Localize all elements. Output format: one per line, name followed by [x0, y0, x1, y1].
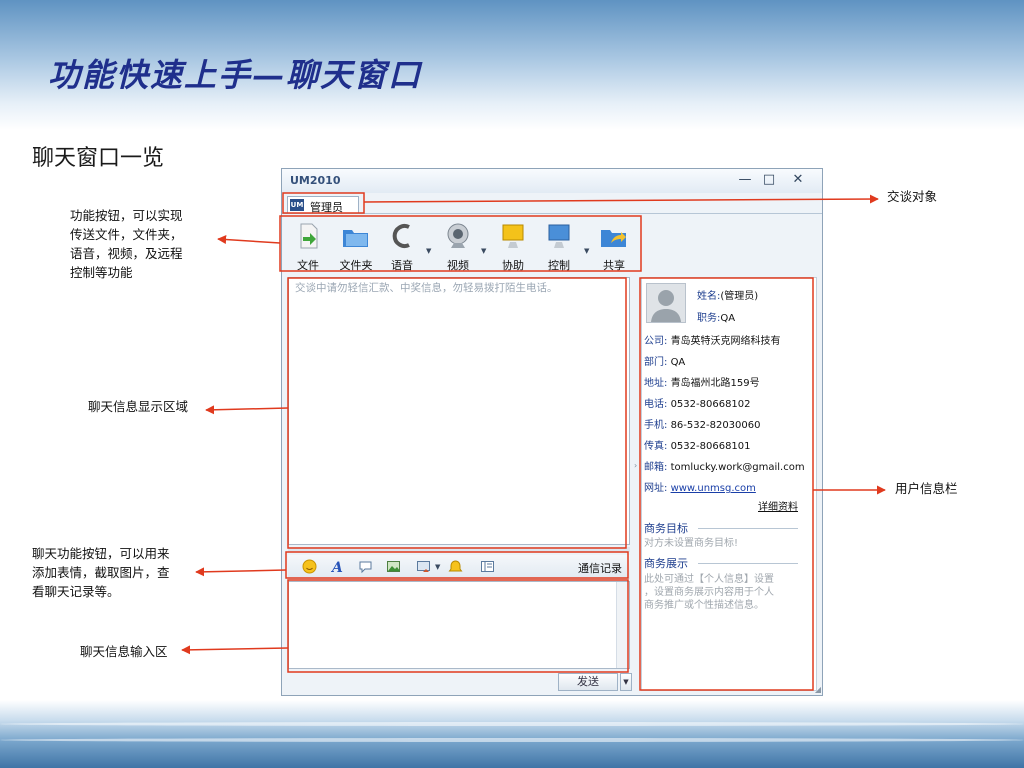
arrow-input-area — [181, 645, 289, 655]
arrow-display-area — [205, 405, 289, 415]
highlight-input-area — [287, 579, 629, 673]
arrow-chat-target — [363, 194, 879, 204]
annotation-overlay — [181, 192, 886, 691]
highlight-chat-func-bar — [285, 551, 629, 579]
arrow-chat-func-bar — [195, 567, 287, 577]
highlight-chat-target — [282, 192, 365, 214]
highlight-function-buttons — [279, 215, 642, 272]
arrow-function-buttons — [217, 235, 281, 245]
highlight-display-area — [287, 277, 627, 549]
highlight-user-info — [639, 277, 814, 691]
